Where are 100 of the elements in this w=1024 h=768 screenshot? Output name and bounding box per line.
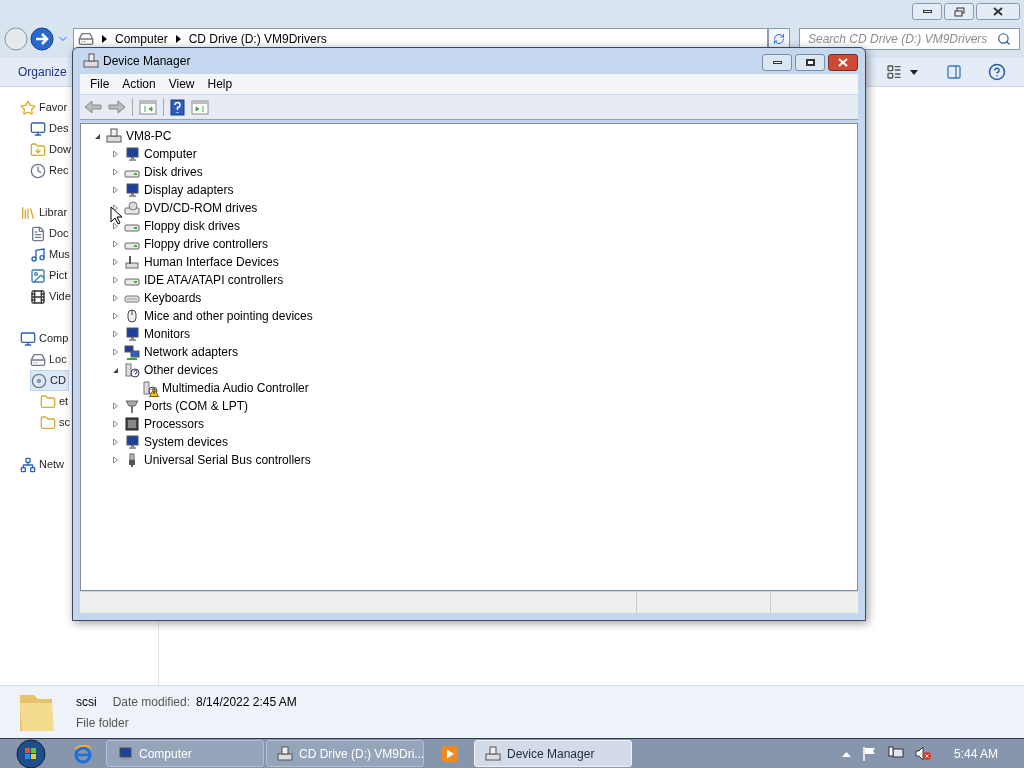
nav-item[interactable]: Des (30, 118, 71, 139)
collapse-arrow-icon[interactable] (112, 366, 119, 374)
nav-item[interactable]: Mus (30, 244, 72, 265)
menu-item[interactable]: View (163, 75, 200, 93)
nav-item[interactable]: CD (30, 370, 69, 391)
nav-item[interactable]: Comp (20, 328, 71, 349)
menu-item[interactable]: Action (117, 75, 161, 93)
menu-item[interactable]: File (85, 75, 115, 93)
drive-icon (277, 745, 293, 762)
back-arrow-icon[interactable] (84, 100, 102, 114)
breadcrumb-arrow-icon[interactable] (102, 34, 107, 43)
close-button[interactable] (828, 53, 858, 71)
preview-pane-icon[interactable] (946, 64, 962, 80)
folder-icon (40, 414, 56, 431)
forward-arrow-icon[interactable] (108, 100, 126, 114)
nav-item[interactable]: Netw (20, 454, 67, 475)
device-manager-icon (83, 53, 99, 69)
unknown-device-icon (124, 362, 140, 378)
tree-item[interactable]: Other devices (93, 361, 857, 379)
tree-item[interactable]: Floppy disk drives (93, 217, 857, 235)
minimize-button[interactable] (762, 53, 792, 71)
help-icon[interactable] (988, 63, 1006, 81)
nav-item[interactable]: sc (40, 412, 72, 433)
monitor-icon (124, 326, 140, 342)
monitor-icon (20, 330, 36, 347)
nav-item[interactable]: Vide (30, 286, 73, 307)
document-icon (30, 225, 46, 242)
view-options-icon[interactable] (886, 64, 902, 80)
tree-item[interactable]: DVD/CD-ROM drives (93, 199, 857, 217)
nav-item[interactable]: Doc (30, 223, 71, 244)
network-icon (20, 456, 36, 473)
restore-button[interactable] (944, 3, 974, 20)
action-pane-icon[interactable] (191, 99, 209, 115)
menu-item[interactable]: Help (202, 75, 238, 93)
forward-button-icon[interactable] (29, 26, 55, 51)
help-icon[interactable] (170, 98, 185, 116)
tree-item[interactable]: Floppy drive controllers (93, 235, 857, 253)
network-icon (124, 344, 140, 360)
console-tree-icon[interactable] (139, 99, 157, 115)
search-icon[interactable] (997, 31, 1011, 46)
address-bar[interactable]: Computer CD Drive (D:) VM9Drivers (73, 27, 768, 50)
search-field[interactable]: Search CD Drive (D:) VM9Drivers (799, 27, 1020, 50)
file-name: scsi (76, 693, 97, 711)
window-title: Device Manager (103, 53, 191, 70)
organize-button[interactable]: Organize (18, 63, 67, 81)
taskbar-button[interactable]: Device Manager (474, 740, 632, 767)
network-icon[interactable] (887, 746, 904, 761)
tree-item[interactable]: Display adapters (93, 181, 857, 199)
nav-item[interactable]: Pict (30, 265, 70, 286)
tree-item[interactable]: Mice and other pointing devices (93, 307, 857, 325)
breadcrumb[interactable]: CD Drive (D:) VM9Drivers (188, 29, 327, 48)
tree-item[interactable]: Computer (93, 145, 857, 163)
tree-item[interactable]: Universal Serial Bus controllers (93, 451, 857, 469)
flag-icon[interactable] (861, 746, 877, 761)
collapse-arrow-icon[interactable] (94, 132, 101, 140)
restore-icon (953, 6, 965, 17)
nav-item[interactable]: Favor (20, 97, 70, 118)
speaker-muted-icon[interactable] (914, 746, 931, 761)
film-icon (30, 288, 46, 305)
drive-icon (78, 30, 94, 47)
tree-item[interactable]: Multimedia Audio Controller (93, 379, 857, 397)
monitor-icon (117, 745, 133, 762)
close-button[interactable] (976, 3, 1020, 20)
tree-item[interactable]: Human Interface Devices (93, 253, 857, 271)
tree-item[interactable]: Processors (93, 415, 857, 433)
tree-item[interactable]: Disk drives (93, 163, 857, 181)
star-icon (20, 99, 36, 116)
folder-icon (30, 141, 46, 158)
folder-icon (40, 393, 56, 410)
expand-arrow-icon[interactable] (112, 222, 119, 230)
nav-item[interactable]: Rec (30, 160, 71, 181)
image-icon (30, 267, 46, 284)
maximize-button[interactable] (795, 53, 825, 71)
refresh-icon (773, 32, 785, 45)
breadcrumb[interactable]: Computer (115, 29, 168, 48)
tree-item[interactable]: Keyboards (93, 289, 857, 307)
nav-item[interactable]: Loc (30, 349, 69, 370)
tree-item[interactable]: IDE ATA/ATAPI controllers (93, 271, 857, 289)
media-player-icon[interactable] (442, 745, 458, 762)
refresh-button[interactable] (768, 27, 790, 50)
tree-item[interactable]: Network adapters (93, 343, 857, 361)
disc-drive-icon (124, 200, 140, 216)
nav-item[interactable]: Dow (30, 139, 73, 160)
joystick-icon (124, 254, 140, 270)
breadcrumb-arrow-icon[interactable] (175, 34, 181, 43)
minimize-button[interactable] (912, 3, 942, 20)
dropdown-arrow-icon[interactable] (910, 69, 918, 75)
browser-icon[interactable] (72, 742, 94, 765)
monitor-icon (30, 120, 46, 137)
computer-icon (106, 128, 122, 144)
nav-item[interactable]: et (40, 391, 71, 412)
tree-item[interactable]: Ports (COM & LPT) (93, 397, 857, 415)
tree-item[interactable]: System devices (93, 433, 857, 451)
show-hidden-icons-icon[interactable] (841, 750, 851, 757)
nav-item[interactable]: Librar (20, 202, 70, 223)
close-icon (838, 57, 848, 67)
tree-item[interactable]: Monitors (93, 325, 857, 343)
clock-icon (30, 162, 46, 179)
start-orb-icon[interactable] (16, 738, 46, 768)
tree-item[interactable]: VM8-PC (93, 127, 857, 145)
